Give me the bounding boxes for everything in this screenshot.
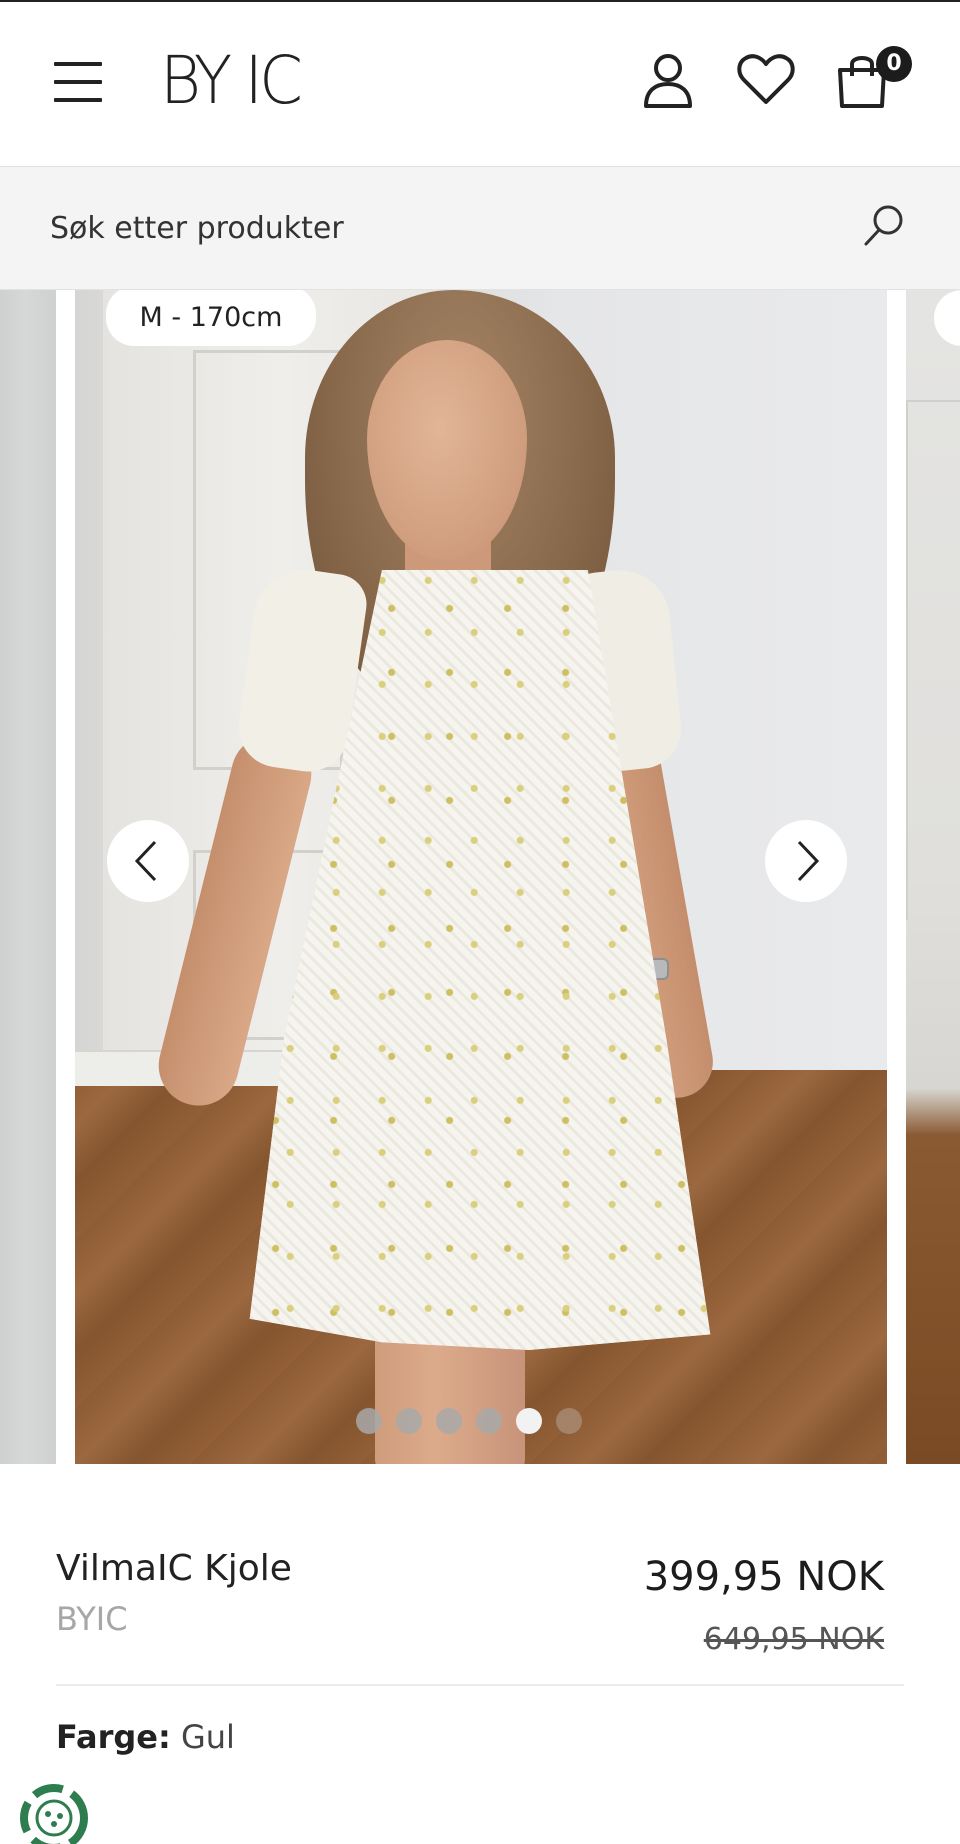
pagination-dot[interactable]: [556, 1408, 582, 1434]
divider: [56, 1684, 904, 1686]
color-selection-row: Farge: Gul: [56, 1718, 235, 1756]
gallery-prev-button[interactable]: [107, 820, 189, 902]
pagination-dot[interactable]: [436, 1408, 462, 1434]
model-size-badge: M - 170cm: [106, 290, 316, 346]
product-name: VilmaIC Kjole: [56, 1548, 292, 1589]
site-logo[interactable]: BY IC: [160, 46, 303, 116]
pagination-dot[interactable]: [476, 1408, 502, 1434]
gallery-next-button[interactable]: [765, 820, 847, 902]
color-label: Farge:: [56, 1718, 171, 1756]
pagination-dot-active[interactable]: [516, 1408, 542, 1434]
gallery-pagination: [356, 1408, 582, 1434]
previous-slide-peek: [0, 290, 56, 1464]
original-price: 649,95 NOK: [703, 1622, 884, 1657]
recycle-badge-icon[interactable]: [18, 1782, 90, 1844]
product-brand[interactable]: BYIC: [56, 1600, 128, 1638]
pagination-dot[interactable]: [356, 1408, 382, 1434]
product-image-gallery[interactable]: M - 170cm: [0, 290, 960, 1464]
chevron-left-icon: [134, 840, 157, 882]
hamburger-menu-icon[interactable]: [50, 58, 104, 108]
site-header: BY IC 0: [0, 2, 960, 166]
cart-count-badge: 0: [876, 46, 912, 82]
search-input[interactable]: [50, 197, 830, 259]
current-price: 399,95 NOK: [643, 1554, 884, 1600]
color-value: Gul: [180, 1718, 235, 1756]
heart-icon[interactable]: [734, 48, 798, 112]
pagination-dot[interactable]: [396, 1408, 422, 1434]
chevron-right-icon: [797, 840, 820, 882]
user-icon[interactable]: [636, 48, 700, 112]
search-icon[interactable]: [858, 200, 910, 252]
search-bar: [0, 166, 960, 290]
